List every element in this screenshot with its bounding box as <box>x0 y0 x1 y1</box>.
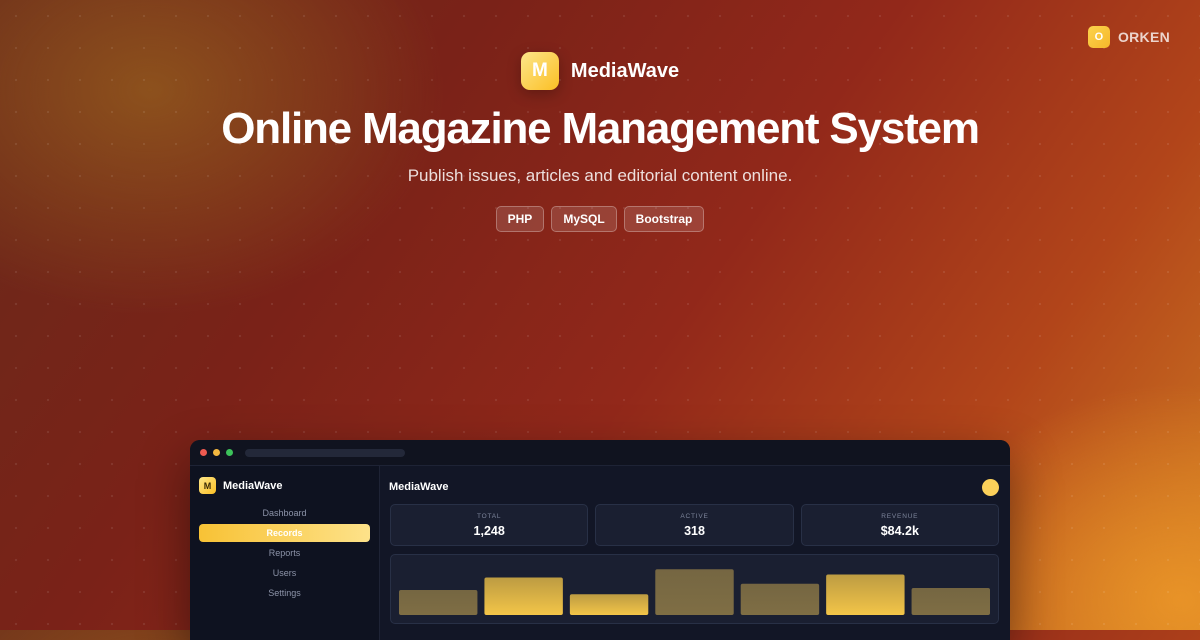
address-bar[interactable] <box>245 448 405 457</box>
hero-brand: M MediaWave <box>0 52 1200 90</box>
sidebar-item-dashboard[interactable]: Dashboard <box>199 504 370 522</box>
sidebar-nav: Dashboard Records Reports Users Settings <box>190 504 379 602</box>
tag-mysql: MySQL <box>551 206 617 232</box>
window-titlebar <box>190 440 1010 466</box>
sidebar-item-settings[interactable]: Settings <box>199 584 370 602</box>
tag-php: PHP <box>495 206 545 232</box>
avatar[interactable] <box>982 478 999 496</box>
sidebar-item-records[interactable]: Records <box>199 524 370 542</box>
bar-chart <box>399 569 990 615</box>
tag-bootstrap: Bootstrap <box>623 206 705 232</box>
page-title: Online Magazine Management System <box>221 104 980 153</box>
stat-value: $84.2k <box>880 523 919 538</box>
corner-brand-name: ORKEN <box>1117 29 1170 45</box>
corner-brand: O ORKEN <box>1087 26 1170 48</box>
stat-value: 318 <box>684 523 705 538</box>
chart-bar-2 <box>484 577 563 615</box>
main-content: MediaWave TOTAL 1,248 ACTIVE 318 REVENUE… <box>380 466 1010 640</box>
sidebar-brand-name: MediaWave <box>223 479 283 492</box>
stat-value: 1,248 <box>473 523 505 538</box>
main-header: MediaWave <box>380 466 1010 498</box>
main-title: MediaWave <box>389 481 449 493</box>
chart-bar-1 <box>399 590 478 615</box>
sidebar-item-reports[interactable]: Reports <box>199 544 370 562</box>
chart-bar-4 <box>655 569 734 615</box>
app-window: M MediaWave Dashboard Records Reports Us… <box>190 440 1010 640</box>
sidebar: M MediaWave Dashboard Records Reports Us… <box>190 466 380 640</box>
stat-label: ACTIVE <box>680 512 709 520</box>
stat-card-revenue: REVENUE $84.2k <box>800 504 999 546</box>
hero-brand-name: MediaWave <box>570 59 680 82</box>
minimize-window-icon[interactable] <box>213 449 220 456</box>
maximize-window-icon[interactable] <box>226 449 233 456</box>
chart-bar-3 <box>569 594 649 615</box>
page-subtitle: Publish issues, articles and editorial c… <box>407 166 793 185</box>
sidebar-brand: M MediaWave <box>190 466 379 502</box>
sidebar-logo-icon: M <box>199 477 216 494</box>
close-window-icon[interactable] <box>200 449 207 456</box>
chart-bar-5 <box>740 583 820 615</box>
tech-tags: PHP MySQL Bootstrap <box>0 206 1200 232</box>
corner-logo-icon: O <box>1087 26 1110 48</box>
chart-bar-6 <box>826 574 905 615</box>
stat-label: REVENUE <box>881 512 919 520</box>
stat-card-total: TOTAL 1,248 <box>390 504 589 546</box>
stats-row: TOTAL 1,248 ACTIVE 318 REVENUE $84.2k <box>380 498 1010 546</box>
stat-card-active: ACTIVE 318 <box>595 504 794 546</box>
chart-bar-7 <box>911 587 990 615</box>
bar-chart-card <box>390 554 999 624</box>
sidebar-item-users[interactable]: Users <box>199 564 370 582</box>
hero-logo-icon: M <box>520 52 559 90</box>
stat-label: TOTAL <box>476 512 502 520</box>
